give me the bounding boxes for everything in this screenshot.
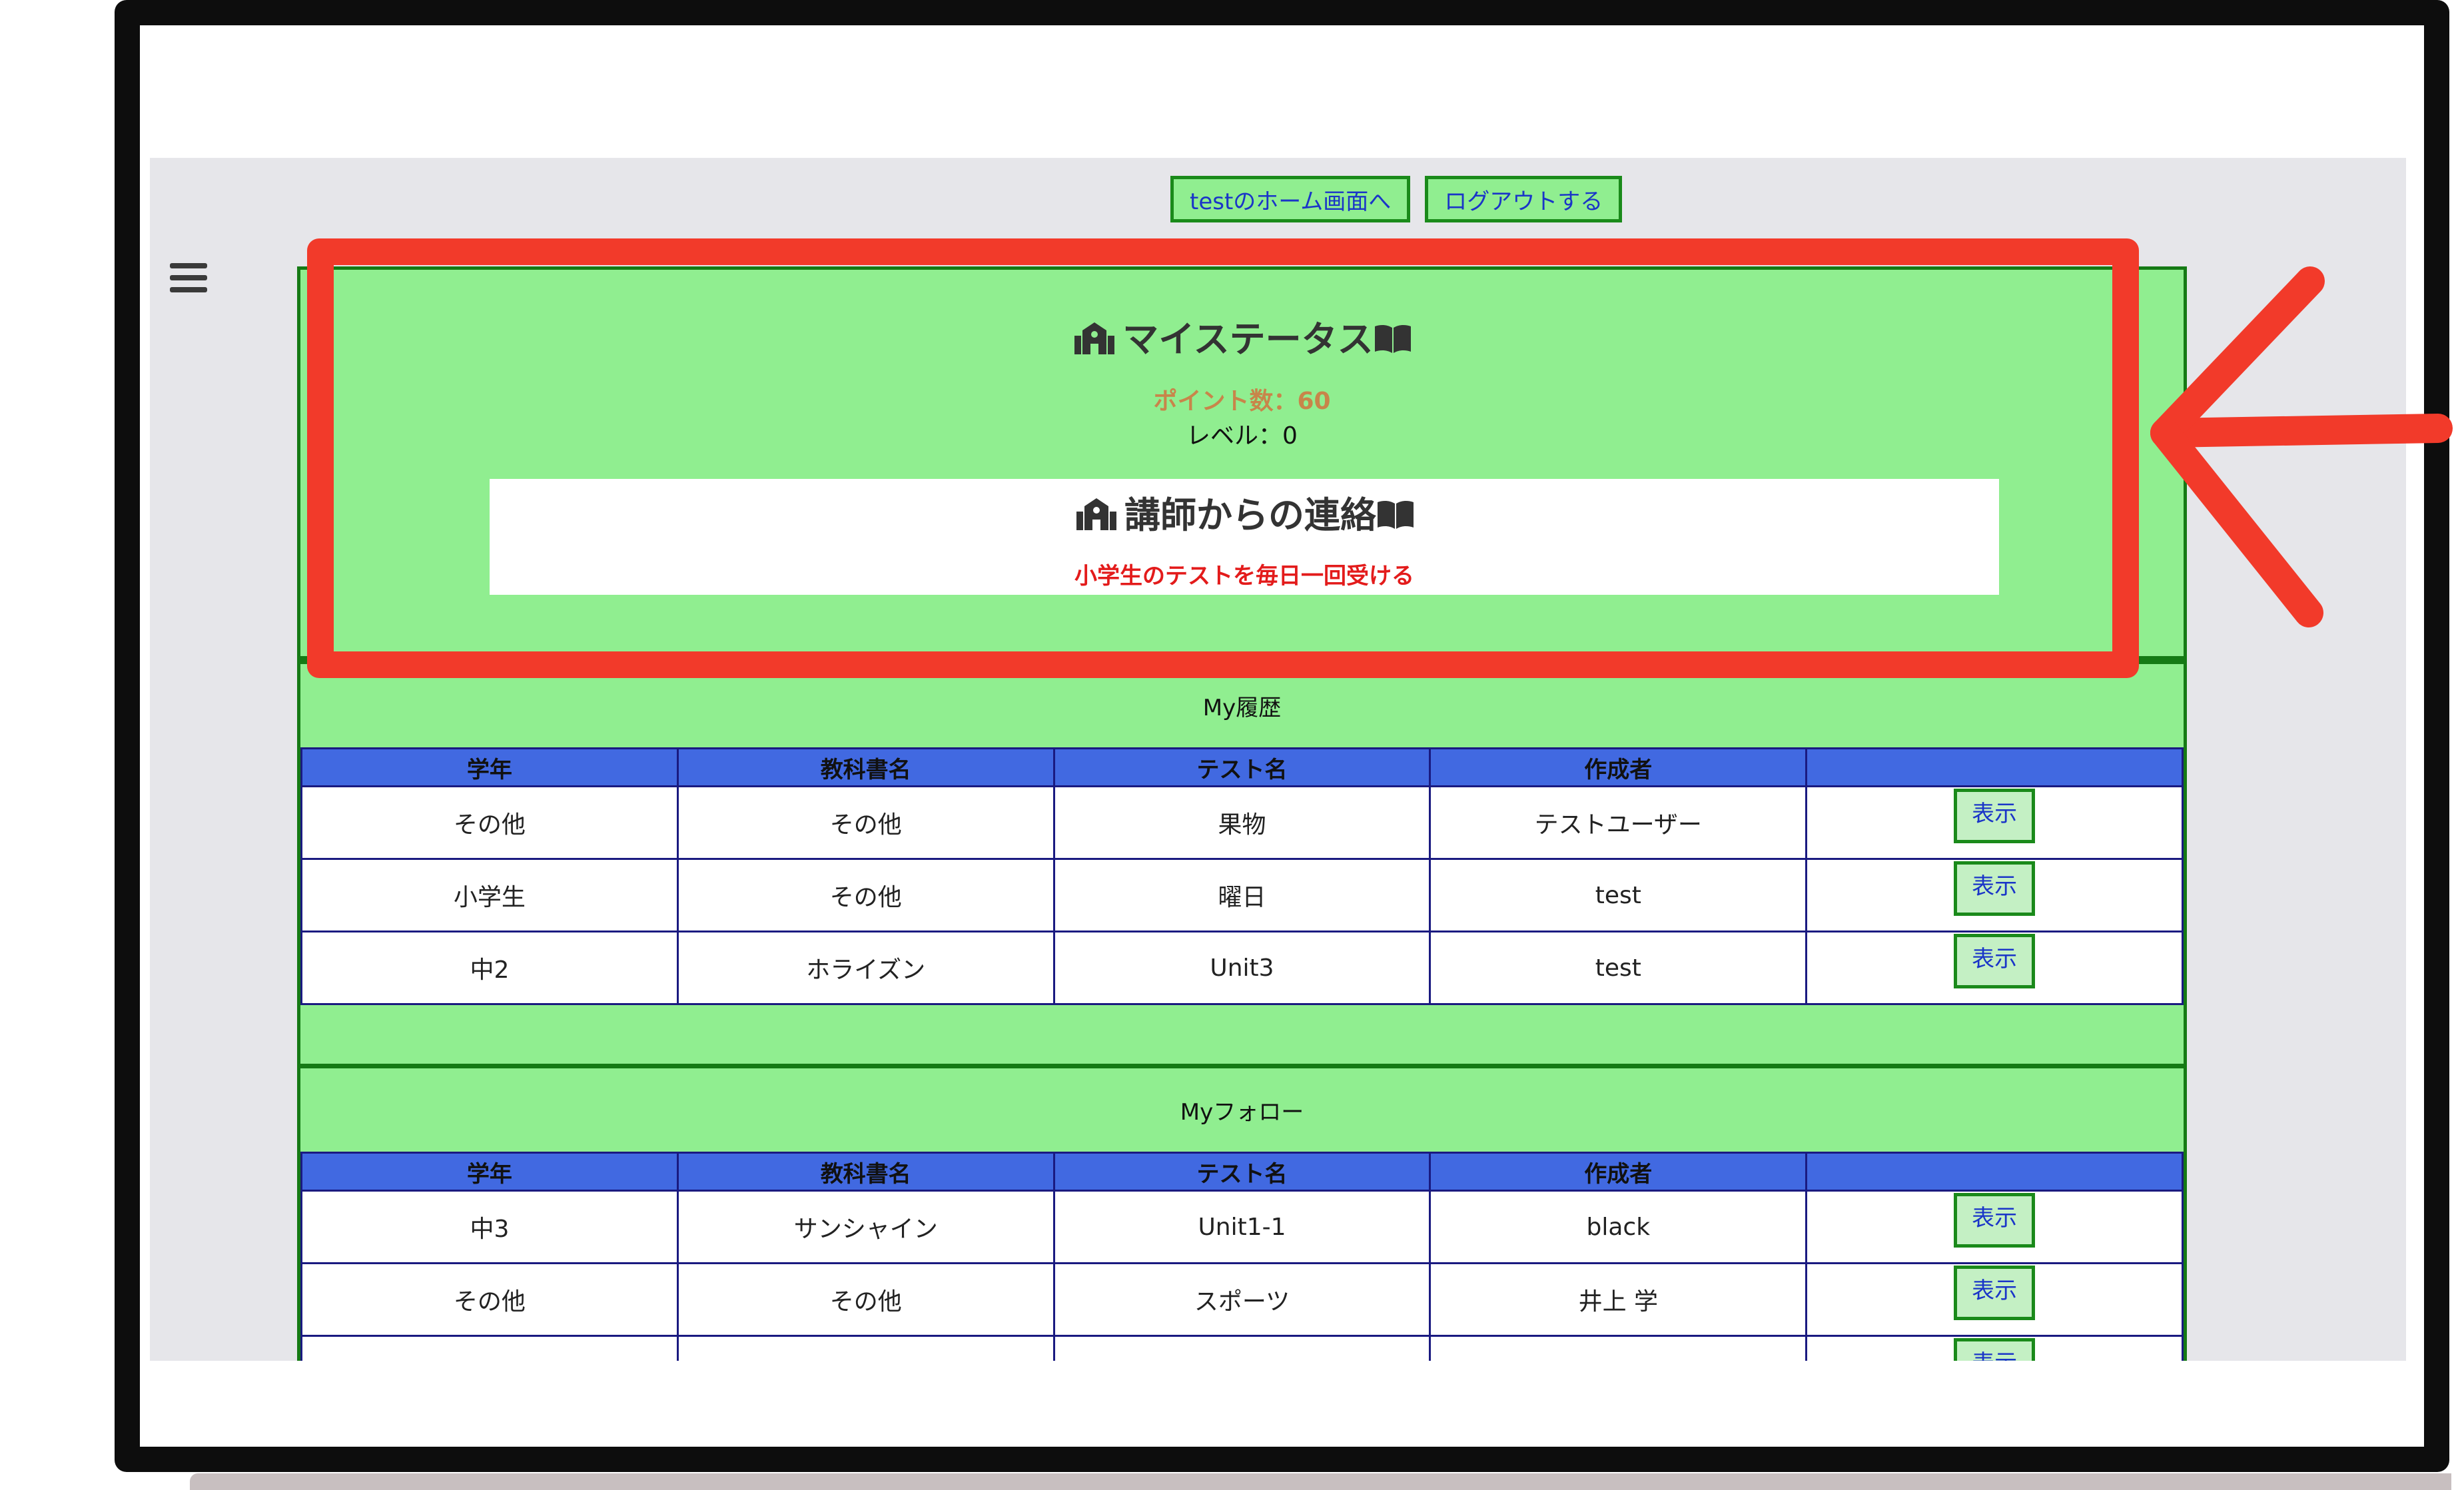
annotation-highlight-box xyxy=(307,238,2139,678)
cell-grade: 小学生 xyxy=(300,858,679,932)
show-button[interactable]: 表示 xyxy=(1954,934,2036,988)
history-table: 学年 教科書名 テスト名 作成者 その他 その他 果物 テストユーザー 表示 小… xyxy=(300,747,2184,1005)
follow-title: Myフォロー xyxy=(1180,1099,1304,1126)
follow-table: 学年 教科書名 テスト名 作成者 中3 サンシャイン Unit1-1 black… xyxy=(300,1152,2184,1361)
col-header-grade: 学年 xyxy=(300,747,679,787)
cell-test-name xyxy=(1052,1335,1432,1361)
table-row: 表示 xyxy=(300,1335,2184,1361)
my-follow-section: Myフォロー 学年 教科書名 テスト名 作成者 中3 サンシャイン Unit1-… xyxy=(297,1064,2187,1361)
col-header-author: 作成者 xyxy=(1429,1152,1808,1192)
cell-textbook: その他 xyxy=(676,858,1055,932)
table-row: 中3 サンシャイン Unit1-1 black 表示 xyxy=(300,1190,2184,1264)
show-button[interactable]: 表示 xyxy=(1954,861,2036,916)
cell-textbook: ホライズン xyxy=(676,931,1055,1005)
cell-textbook: その他 xyxy=(676,785,1055,860)
col-header-grade: 学年 xyxy=(300,1152,679,1192)
cell-textbook: その他 xyxy=(676,1262,1055,1337)
cell-author xyxy=(1429,1335,1808,1361)
table-row: 中2 ホライズン Unit3 test 表示 xyxy=(300,931,2184,1005)
cell-action: 表示 xyxy=(1805,931,2184,1005)
cell-textbook: サンシャイン xyxy=(676,1190,1055,1264)
show-button[interactable]: 表示 xyxy=(1954,1193,2036,1248)
cell-grade: 中2 xyxy=(300,931,679,1005)
cell-action: 表示 xyxy=(1805,858,2184,932)
col-header-test-name: テスト名 xyxy=(1052,1152,1432,1192)
cell-test-name: スポーツ xyxy=(1052,1262,1432,1337)
cell-action: 表示 xyxy=(1805,1335,2184,1361)
cell-test-name: Unit3 xyxy=(1052,931,1432,1005)
cell-grade: その他 xyxy=(300,1262,679,1337)
cell-author: テストユーザー xyxy=(1429,785,1808,860)
cell-author: test xyxy=(1429,858,1808,932)
cell-action: 表示 xyxy=(1805,1190,2184,1264)
col-header-test-name: テスト名 xyxy=(1052,747,1432,787)
cell-test-name: Unit1-1 xyxy=(1052,1190,1432,1264)
top-nav: testのホーム画面へ ログアウトする xyxy=(1170,176,1623,222)
col-header-textbook: 教科書名 xyxy=(676,747,1055,787)
frame-shadow xyxy=(190,1473,2451,1490)
col-header-action xyxy=(1805,1152,2184,1192)
cell-action: 表示 xyxy=(1805,785,2184,860)
show-button[interactable]: 表示 xyxy=(1954,1338,2036,1361)
cell-action: 表示 xyxy=(1805,1262,2184,1337)
cell-author: 井上 学 xyxy=(1429,1262,1808,1337)
cell-author: test xyxy=(1429,931,1808,1005)
cell-test-name: 果物 xyxy=(1052,785,1432,860)
show-button[interactable]: 表示 xyxy=(1954,789,2036,843)
my-history-section: My履歴 学年 教科書名 テスト名 作成者 その他 その他 果物 テストユーザー… xyxy=(297,659,2187,1068)
col-header-author: 作成者 xyxy=(1429,747,1808,787)
cell-grade: その他 xyxy=(300,785,679,860)
col-header-action xyxy=(1805,747,2184,787)
cell-author: black xyxy=(1429,1190,1808,1264)
cell-grade: 中3 xyxy=(300,1190,679,1264)
cell-test-name: 曜日 xyxy=(1052,858,1432,932)
home-link-button[interactable]: testのホーム画面へ xyxy=(1170,176,1411,222)
col-header-textbook: 教科書名 xyxy=(676,1152,1055,1192)
table-row: その他 その他 果物 テストユーザー 表示 xyxy=(300,785,2184,860)
table-row: 小学生 その他 曜日 test 表示 xyxy=(300,858,2184,932)
cell-grade xyxy=(300,1335,679,1361)
hamburger-menu-icon[interactable] xyxy=(170,263,207,292)
show-button[interactable]: 表示 xyxy=(1954,1266,2036,1320)
table-row: その他 その他 スポーツ 井上 学 表示 xyxy=(300,1262,2184,1337)
logout-button[interactable]: ログアウトする xyxy=(1425,176,1623,222)
cell-textbook xyxy=(676,1335,1055,1361)
annotation-arrow-icon xyxy=(2150,266,2453,627)
